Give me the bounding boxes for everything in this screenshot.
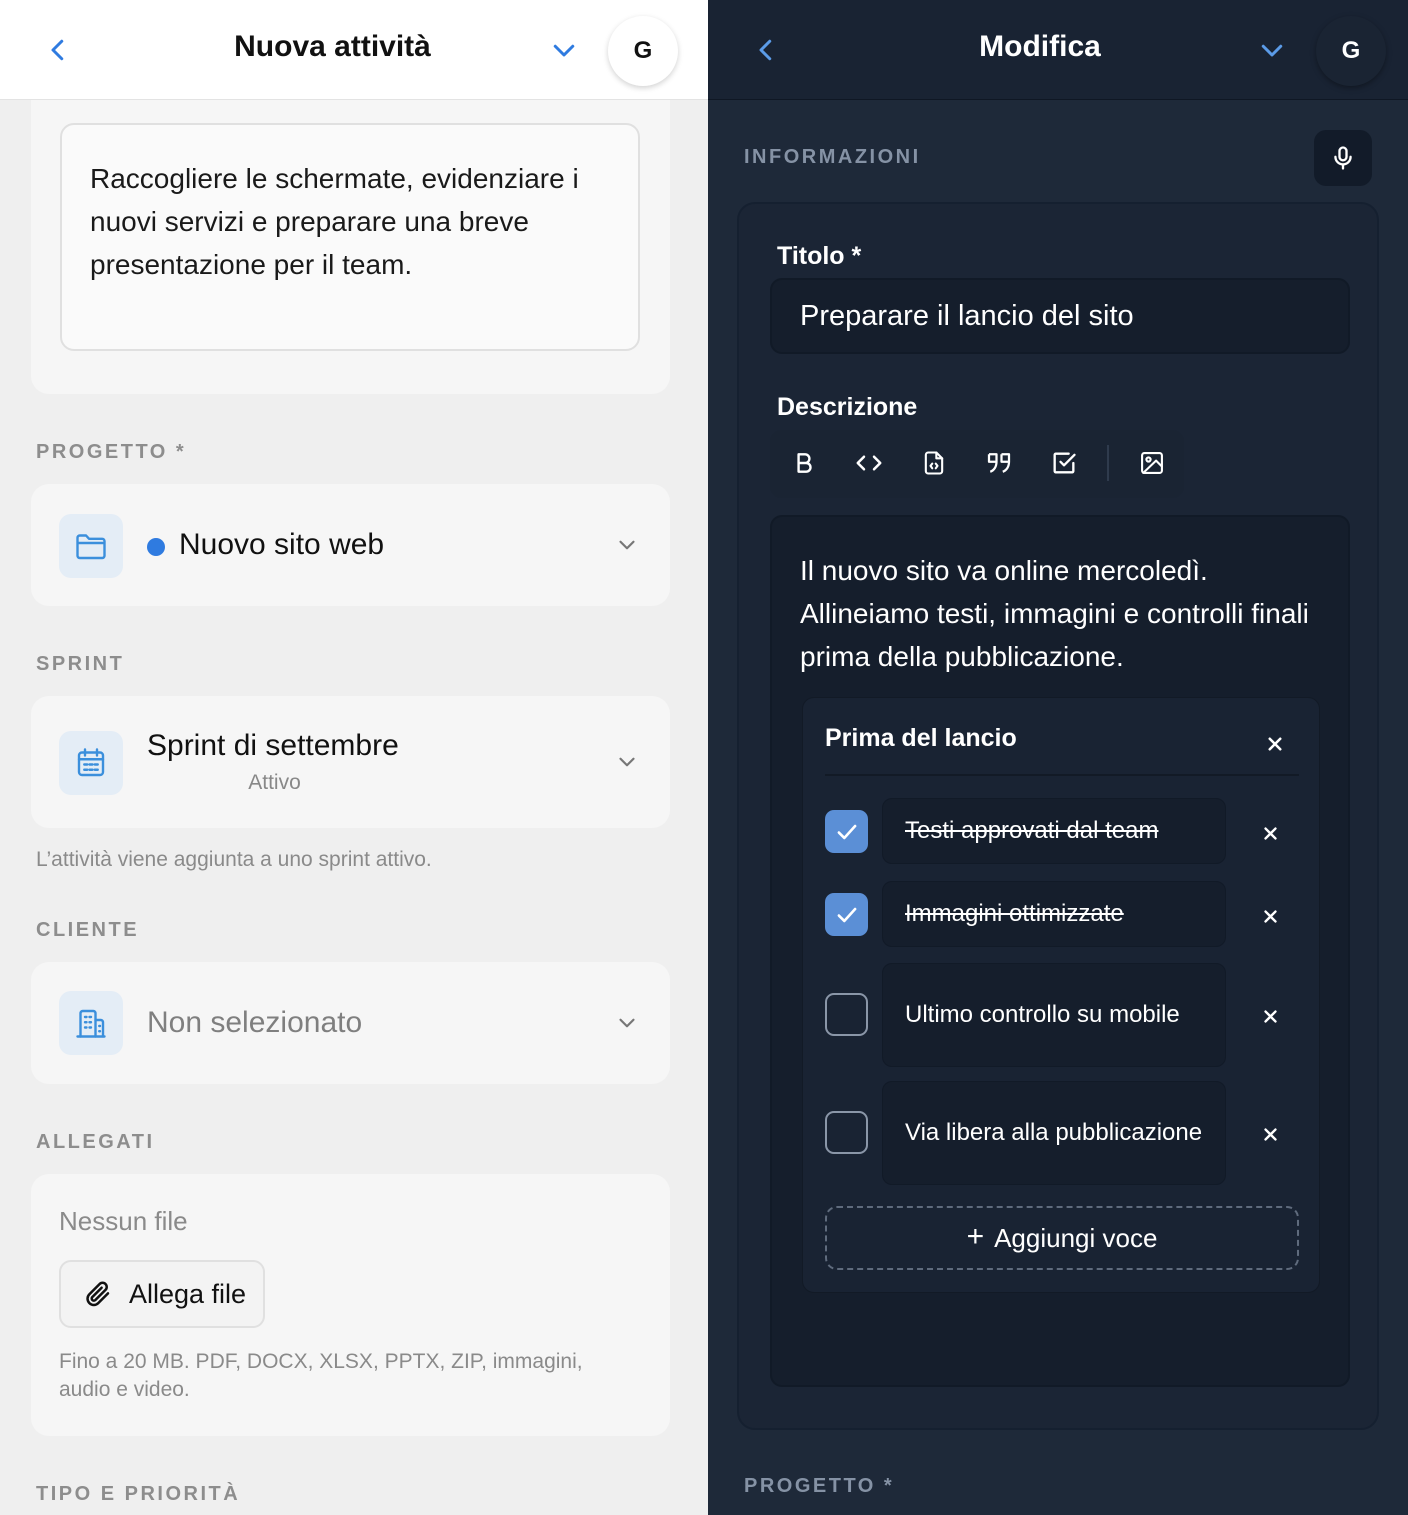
chevron-left-icon <box>759 39 772 61</box>
avatar[interactable]: G <box>608 16 678 86</box>
checkbox-icon <box>1053 452 1076 474</box>
page-title: Modifica <box>979 30 1101 63</box>
client-section-label: CLIENTE <box>36 919 140 941</box>
checklist-title: Prima del lancio <box>825 724 1017 752</box>
project-section-label: PROGETTO * <box>36 441 187 463</box>
sprint-hint: L’attività viene aggiunta a uno sprint a… <box>36 848 432 871</box>
code-block-button[interactable] <box>916 445 952 481</box>
remove-item-button[interactable] <box>1255 818 1285 848</box>
add-item-label: Aggiungi voce <box>994 1222 1158 1253</box>
no-file-text: Nessun file <box>59 1206 188 1236</box>
sprint-section-label: SPRINT <box>36 653 125 675</box>
info-section-label: INFORMAZIONI <box>744 146 921 168</box>
checklist-item-checkbox[interactable] <box>825 893 868 936</box>
checklist-item-checkbox[interactable] <box>825 810 868 853</box>
close-icon <box>1263 1127 1277 1141</box>
checklist-item-text[interactable]: Immagini ottimizzate <box>882 881 1226 947</box>
checklist-item-checkbox[interactable] <box>825 993 868 1036</box>
sprint-name: Sprint di settembre <box>147 729 399 762</box>
back-button[interactable] <box>748 32 784 68</box>
bold-icon <box>797 453 812 473</box>
close-icon <box>1263 909 1277 923</box>
remove-item-button[interactable] <box>1255 901 1285 931</box>
code-icon <box>856 455 882 471</box>
project-select[interactable]: Nuovo sito web <box>31 484 670 606</box>
client-value: Non selezionato <box>147 1006 363 1039</box>
collapse-button[interactable] <box>546 32 582 68</box>
chevron-down-icon <box>1261 44 1283 57</box>
project-color-dot <box>147 538 165 556</box>
dictation-button[interactable] <box>1314 130 1372 186</box>
title-input[interactable]: Preparare il lancio del sito <box>770 278 1350 354</box>
close-icon <box>1263 1009 1277 1023</box>
close-icon <box>1268 737 1282 751</box>
microphone-icon <box>1334 146 1352 170</box>
avatar[interactable]: G <box>1316 16 1386 86</box>
type-priority-section-label: TIPO E PRIORITÀ <box>36 1483 241 1505</box>
remove-item-button[interactable] <box>1255 1119 1285 1149</box>
checklist-button[interactable] <box>1046 445 1082 481</box>
chevron-left-icon <box>51 39 64 61</box>
plus-icon: + <box>966 1220 985 1253</box>
remove-item-button[interactable] <box>1255 1001 1285 1031</box>
remove-checklist-button[interactable] <box>1261 730 1289 758</box>
image-icon <box>1141 452 1163 474</box>
top-bar: Modifica G <box>708 0 1408 100</box>
sprint-select[interactable]: Sprint di settembre Attivo <box>31 696 670 828</box>
chevron-down-icon <box>614 749 640 775</box>
sprint-status: Attivo <box>248 771 301 794</box>
checklist-item-checkbox[interactable] <box>825 1111 868 1154</box>
code-file-icon <box>924 451 944 475</box>
bold-button[interactable] <box>786 445 822 481</box>
page-title: Nuova attività <box>234 30 431 63</box>
attachments-card: Nessun file Allega file Fino a 20 MB. PD… <box>31 1174 670 1436</box>
description-editor[interactable]: Il nuovo sito va online mercoledì. Allin… <box>770 515 1350 1387</box>
description-field[interactable]: Raccogliere le schermate, evidenziare i … <box>60 123 640 351</box>
new-task-panel: Raccogliere le schermate, evidenziare i … <box>0 0 708 1515</box>
checklist-item-text[interactable]: Testi approvati dal team <box>882 798 1226 864</box>
attachments-hint: Fino a 20 MB. PDF, DOCX, XLSX, PPTX, ZIP… <box>59 1350 583 1401</box>
paperclip-icon <box>83 1279 113 1309</box>
checklist-item-text[interactable]: Via libera alla pubblicazione <box>882 1081 1226 1185</box>
attach-file-button[interactable]: Allega file <box>59 1260 265 1328</box>
code-button[interactable] <box>851 445 887 481</box>
insert-image-button[interactable] <box>1134 445 1170 481</box>
formatting-toolbar <box>770 430 1184 498</box>
edit-task-panel: Modifica G INFORMAZIONI Titolo * Prepara… <box>708 0 1408 1515</box>
title-label: Titolo * <box>777 242 862 270</box>
quote-icon <box>987 453 1011 473</box>
description-text: Il nuovo sito va online mercoledì. Allin… <box>800 555 1309 672</box>
add-item-button[interactable]: + Aggiungi voce <box>825 1206 1299 1270</box>
chevron-down-icon <box>553 44 575 57</box>
top-bar: Nuova attività G <box>0 0 708 100</box>
project-name: Nuovo sito web <box>179 528 385 561</box>
attachments-section-label: ALLEGATI <box>36 1131 155 1153</box>
client-select[interactable]: Non selezionato <box>31 962 670 1084</box>
back-button[interactable] <box>40 32 76 68</box>
checklist-item-text[interactable]: Ultimo controllo su mobile <box>882 963 1226 1067</box>
info-card: Titolo * Preparare il lancio del sito De… <box>737 202 1379 1430</box>
chevron-down-icon <box>614 532 640 558</box>
attach-file-label: Allega file <box>129 1278 247 1309</box>
checklist: Prima del lancio Testi approvati dal tea… <box>802 697 1320 1293</box>
check-icon <box>837 824 856 839</box>
chevron-down-icon <box>614 1010 640 1036</box>
description-label: Descrizione <box>777 393 918 421</box>
divider <box>825 774 1299 776</box>
check-icon <box>837 907 856 922</box>
building-icon <box>59 991 123 1055</box>
close-icon <box>1263 826 1277 840</box>
folder-icon <box>59 514 123 578</box>
quote-button[interactable] <box>981 445 1017 481</box>
project-section-label: PROGETTO * <box>744 1475 895 1497</box>
calendar-icon <box>59 731 123 795</box>
collapse-button[interactable] <box>1254 32 1290 68</box>
toolbar-separator <box>1107 445 1109 481</box>
